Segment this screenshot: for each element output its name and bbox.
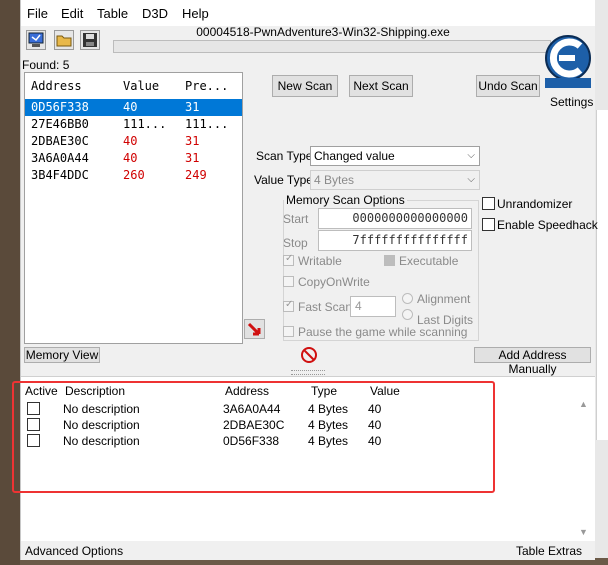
- chevron-down-icon: ⌵: [467, 174, 475, 185]
- settings-label[interactable]: Settings: [550, 95, 593, 109]
- alignment-radio[interactable]: [402, 293, 413, 304]
- fast-scan-input[interactable]: 4: [350, 296, 396, 317]
- executable-label: Executable: [399, 254, 459, 268]
- start-label: Start: [283, 212, 309, 226]
- menu-table[interactable]: Table: [97, 6, 128, 21]
- save-button[interactable]: [80, 30, 100, 50]
- open-process-button[interactable]: [26, 30, 46, 50]
- last-digits-radio[interactable]: [402, 309, 413, 320]
- cheat-engine-icon: [545, 35, 591, 88]
- value-type-select[interactable]: 4 Bytes ⌵: [310, 170, 480, 190]
- result-row[interactable]: 3A6A0A44 40 31: [25, 150, 242, 167]
- copyonwrite-checkbox[interactable]: [283, 276, 294, 287]
- new-scan-button[interactable]: New Scan: [272, 75, 338, 97]
- result-value: 260: [123, 168, 145, 182]
- value-type-label: Value Type: [254, 173, 313, 187]
- result-row[interactable]: 2DBAE30C 40 31: [25, 133, 242, 150]
- result-value: 40: [123, 100, 138, 114]
- pause-game-checkbox[interactable]: [283, 326, 294, 337]
- advanced-options-link[interactable]: Advanced Options: [25, 544, 123, 558]
- status-bar: Advanced Options Table Extras: [21, 541, 595, 560]
- result-value: 40: [123, 134, 138, 148]
- result-previous: 111...: [185, 117, 229, 131]
- speedhack-label: Enable Speedhack: [497, 218, 598, 232]
- memory-view-button[interactable]: Memory View: [24, 347, 100, 363]
- table-extras-link[interactable]: Table Extras: [516, 544, 582, 558]
- open-file-button[interactable]: [54, 30, 74, 50]
- fast-scan-checkbox[interactable]: ✓: [283, 299, 294, 312]
- result-previous: 31: [185, 151, 200, 165]
- speedhack-checkbox[interactable]: [482, 218, 495, 231]
- folder-icon: [56, 35, 72, 47]
- found-count: Found: 5: [22, 58, 70, 72]
- stop-label: Stop: [283, 236, 308, 250]
- background-panel: [596, 110, 608, 440]
- result-address: 2DBAE30C: [31, 134, 89, 148]
- writable-checkbox[interactable]: ✓: [283, 253, 294, 266]
- next-scan-button[interactable]: Next Scan: [349, 75, 413, 97]
- scan-results-list[interactable]: Address Value Pre... 0D56F338 40 31 27E46BB…: [24, 72, 243, 344]
- scroll-down-icon[interactable]: ▼: [579, 527, 588, 537]
- alignment-label: Alignment: [417, 292, 471, 306]
- scan-type-label: Scan Type: [256, 149, 313, 163]
- add-selected-to-list-button[interactable]: [244, 319, 265, 339]
- highlight-box: [12, 381, 495, 493]
- result-address: 0D56F338: [31, 100, 89, 114]
- red-arrow-icon: [247, 322, 261, 336]
- checkmark-icon: ✓: [285, 299, 294, 310]
- col-value[interactable]: Value: [123, 79, 159, 93]
- undo-scan-button[interactable]: Undo Scan: [476, 75, 540, 97]
- stop-address-input[interactable]: 7fffffffffffffff: [318, 230, 472, 251]
- result-address: 3A6A0A44: [31, 151, 89, 165]
- stop-scan-button[interactable]: [300, 346, 318, 364]
- cheat-engine-logo[interactable]: [542, 32, 594, 94]
- checkmark-icon: ✓: [285, 253, 294, 264]
- result-previous: 31: [185, 100, 200, 114]
- results-header: Address Value Pre...: [25, 73, 242, 95]
- result-address: 27E46BB0: [31, 117, 89, 131]
- menu-d3d[interactable]: D3D: [142, 6, 168, 21]
- scan-type-select[interactable]: Changed value ⌵: [310, 146, 480, 166]
- address-list-scrollbar[interactable]: ▲ ▼: [577, 399, 591, 539]
- computer-icon: [28, 32, 44, 47]
- stop-icon: [301, 347, 317, 363]
- unrandomizer-checkbox[interactable]: [482, 197, 495, 210]
- executable-checkbox[interactable]: [384, 255, 395, 266]
- writable-label: Writable: [298, 254, 342, 268]
- result-value: 40: [123, 151, 138, 165]
- menu-file[interactable]: File: [27, 6, 48, 21]
- floppy-icon: [83, 33, 97, 47]
- result-row[interactable]: 27E46BB0 111... 111...: [25, 116, 242, 133]
- splitter-handle[interactable]: [291, 370, 325, 375]
- scan-type-value: Changed value: [314, 149, 395, 163]
- copyonwrite-label: CopyOnWrite: [298, 275, 370, 289]
- start-address-input[interactable]: 0000000000000000: [318, 208, 472, 229]
- menu-edit[interactable]: Edit: [61, 6, 83, 21]
- scan-progress-bar: [113, 40, 551, 53]
- col-previous[interactable]: Pre...: [185, 79, 228, 93]
- result-value: 111...: [123, 117, 167, 131]
- menu-bar: File Edit Table D3D Help: [21, 0, 595, 26]
- menu-help[interactable]: Help: [182, 6, 209, 21]
- result-previous: 31: [185, 134, 200, 148]
- result-address: 3B4F4DDC: [31, 168, 89, 182]
- scroll-up-icon[interactable]: ▲: [579, 399, 588, 409]
- fast-scan-label: Fast Scan: [298, 300, 353, 314]
- col-address[interactable]: Address: [31, 79, 82, 93]
- result-row[interactable]: 0D56F338 40 31: [25, 99, 242, 116]
- chevron-down-icon: ⌵: [467, 150, 475, 161]
- add-address-manually-button[interactable]: Add Address Manually: [474, 347, 591, 376]
- process-title: 00004518-PwnAdventure3-Win32-Shipping.ex…: [196, 25, 450, 39]
- memory-scan-options-title: Memory Scan Options: [284, 193, 407, 207]
- result-row[interactable]: 3B4F4DDC 260 249: [25, 167, 242, 184]
- unrandomizer-label: Unrandomizer: [497, 197, 573, 211]
- pause-game-label: Pause the game while scanning: [298, 325, 468, 339]
- result-previous: 249: [185, 168, 207, 182]
- value-type-value: 4 Bytes: [314, 173, 355, 187]
